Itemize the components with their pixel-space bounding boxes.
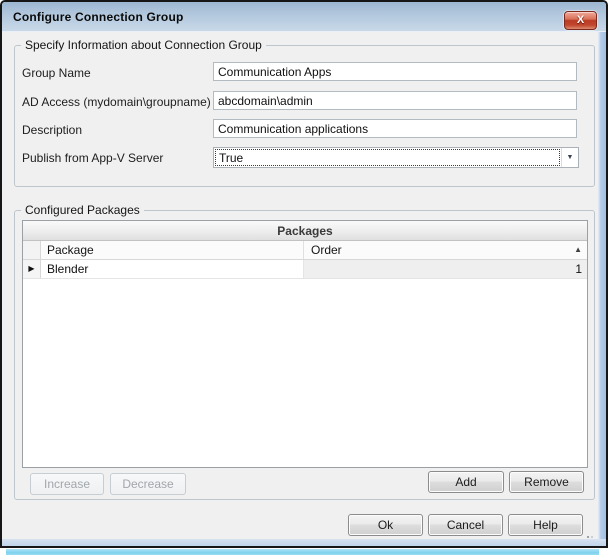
ad-access-label: AD Access (mydomain\groupname) [22,95,211,109]
cancel-button[interactable]: Cancel [428,514,503,536]
table-row[interactable]: ▶ Blender 1 [23,260,587,279]
window-glass-bottom-strip [6,549,599,555]
remove-button[interactable]: Remove [509,471,584,493]
window-edge-bottom [2,539,606,546]
increase-button[interactable]: Increase [30,473,104,495]
publish-combobox[interactable]: True ▼ [213,147,579,168]
add-button[interactable]: Add [428,471,504,493]
close-button[interactable]: X [564,11,597,30]
order-cell[interactable]: 1 [304,260,587,278]
decrease-button[interactable]: Decrease [110,473,186,495]
publish-combobox-value: True [215,149,560,166]
column-header-package[interactable]: Package [41,241,304,259]
row-selector-header-cell [23,241,41,259]
window-edge-right [598,32,606,540]
info-groupbox-legend: Specify Information about Connection Gro… [21,38,266,52]
chevron-down-icon: ▼ [567,154,574,161]
window-title: Configure Connection Group [13,10,184,24]
publish-label: Publish from App-V Server [22,151,163,165]
dialog-window: Configure Connection Group X Specify Inf… [0,0,608,548]
packages-grid[interactable]: Packages Package Order ▲ ▶ Blender 1 [22,220,588,468]
packages-grid-title: Packages [23,221,587,241]
row-selector-cell[interactable]: ▶ [23,260,41,278]
package-cell[interactable]: Blender [41,260,304,278]
publish-combobox-dropdown-button[interactable]: ▼ [561,148,578,167]
sort-ascending-icon: ▲ [574,246,582,254]
packages-groupbox-legend: Configured Packages [21,203,144,217]
packages-grid-header-row: Package Order ▲ [23,241,587,260]
ok-button[interactable]: Ok [348,514,423,536]
group-name-label: Group Name [22,66,91,80]
current-row-icon: ▶ [28,265,34,273]
help-button[interactable]: Help [508,514,583,536]
column-header-order[interactable]: Order ▲ [304,241,587,259]
description-label: Description [22,123,82,137]
titlebar[interactable]: Configure Connection Group X [2,2,606,32]
close-icon: X [577,14,584,26]
ad-access-input[interactable] [213,91,577,110]
resize-grip[interactable] [587,536,589,538]
description-input[interactable] [213,119,577,138]
group-name-input[interactable] [213,62,577,81]
